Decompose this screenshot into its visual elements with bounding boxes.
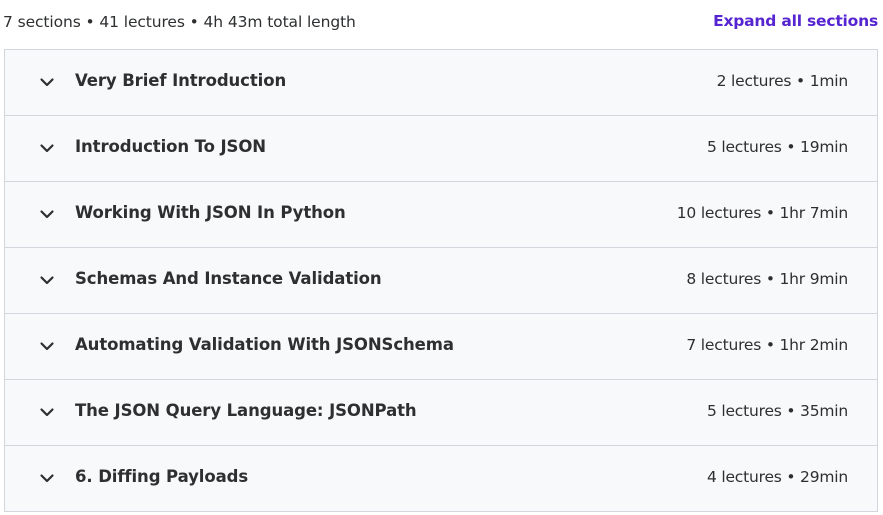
section-title: The JSON Query Language: JSONPath: [75, 401, 417, 420]
curriculum-section-list: Very Brief Introduction 2 lectures • 1mi…: [4, 49, 878, 512]
section-row-automating-validation-with-jsonschema[interactable]: Automating Validation With JSONSchema 7 …: [5, 314, 877, 380]
chevron-down-icon: [39, 472, 55, 484]
section-row-diffing-payloads[interactable]: 6. Diffing Payloads 4 lectures • 29min: [5, 446, 877, 511]
section-meta: 10 lectures • 1hr 7min: [676, 204, 848, 222]
chevron-down-icon: [39, 208, 55, 220]
chevron-down-icon: [39, 340, 55, 352]
chevron-down-icon: [39, 142, 55, 154]
section-title: Very Brief Introduction: [75, 71, 287, 90]
section-title: Schemas And Instance Validation: [75, 269, 382, 288]
section-row-working-with-json-in-python[interactable]: Working With JSON In Python 10 lectures …: [5, 182, 877, 248]
chevron-down-icon: [39, 274, 55, 286]
chevron-down-icon: [39, 406, 55, 418]
section-row-introduction-to-json[interactable]: Introduction To JSON 5 lectures • 19min: [5, 116, 877, 182]
section-row-schemas-and-instance-validation[interactable]: Schemas And Instance Validation 8 lectur…: [5, 248, 877, 314]
section-meta: 7 lectures • 1hr 2min: [686, 336, 848, 354]
section-title: Introduction To JSON: [75, 137, 266, 156]
section-title: Automating Validation With JSONSchema: [75, 335, 454, 354]
section-title: 6. Diffing Payloads: [75, 467, 249, 486]
section-meta: 2 lectures • 1min: [716, 72, 849, 90]
curriculum-summary: 7 sections • 41 lectures • 4h 43m total …: [3, 13, 356, 31]
section-meta: 8 lectures • 1hr 9min: [686, 270, 848, 288]
expand-all-sections-button[interactable]: Expand all sections: [713, 12, 878, 30]
curriculum-summary-bar: 7 sections • 41 lectures • 4h 43m total …: [0, 0, 883, 48]
section-row-the-json-query-language-jsonpath[interactable]: The JSON Query Language: JSONPath 5 lect…: [5, 380, 877, 446]
section-meta: 5 lectures • 35min: [706, 402, 848, 420]
section-row-very-brief-introduction[interactable]: Very Brief Introduction 2 lectures • 1mi…: [5, 50, 877, 116]
section-meta: 4 lectures • 29min: [706, 468, 848, 486]
section-meta: 5 lectures • 19min: [706, 138, 848, 156]
chevron-down-icon: [39, 76, 55, 88]
section-title: Working With JSON In Python: [75, 203, 346, 222]
